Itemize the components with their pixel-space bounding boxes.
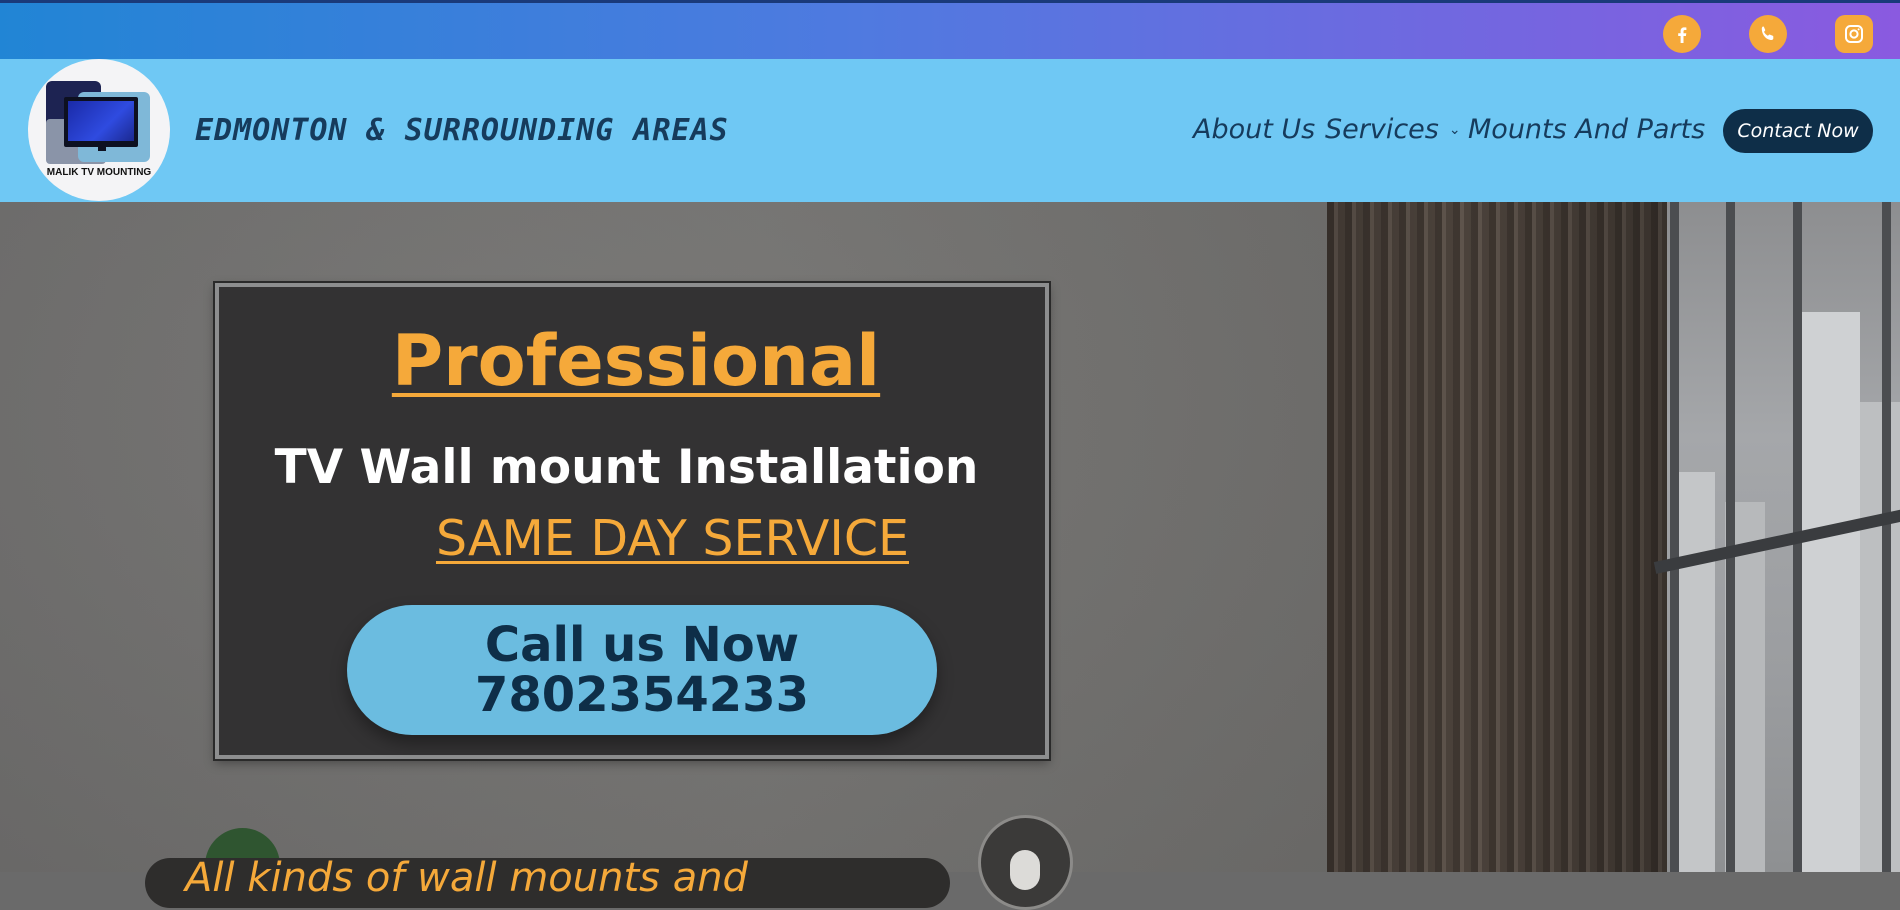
whatsapp-phone-icon xyxy=(1761,26,1774,40)
whatsapp-link[interactable] xyxy=(1749,15,1787,53)
nav-services[interactable]: Services ⌄ xyxy=(1325,114,1461,145)
nav-mounts-and-parts[interactable]: Mounts And Parts xyxy=(1468,114,1705,145)
nav-services-label: Services xyxy=(1325,114,1439,145)
logo-text: MALIK TV MOUNTING xyxy=(46,167,152,178)
call-now-button[interactable]: Call us Now 7802354233 xyxy=(347,605,937,735)
window-mullion xyxy=(1670,202,1679,872)
site-header: MALIK TV MOUNTING EDMONTON & SURROUNDING… xyxy=(0,59,1900,202)
chevron-down-icon: ⌄ xyxy=(1448,122,1461,138)
site-logo[interactable]: MALIK TV MOUNTING xyxy=(28,59,170,201)
window-mullion xyxy=(1726,202,1735,872)
hero-subheadline: TV Wall mount Installation xyxy=(274,440,979,495)
call-button-phone: 7802354233 xyxy=(475,667,809,723)
contact-now-button[interactable]: Contact Now xyxy=(1723,109,1873,153)
service-region: EDMONTON & SURROUNDING AREAS xyxy=(195,113,729,148)
slat-shading xyxy=(1327,202,1667,872)
city-building xyxy=(1860,402,1900,872)
facebook-icon xyxy=(1678,27,1687,43)
facebook-link[interactable] xyxy=(1663,15,1701,53)
call-button-label: Call us Now xyxy=(484,617,800,673)
instagram-icon xyxy=(1845,25,1863,43)
same-day-service-link[interactable]: SAME DAY SERVICE xyxy=(0,510,1345,567)
city-building xyxy=(1800,312,1860,872)
tv-icon xyxy=(64,97,138,147)
clock-face xyxy=(1010,850,1040,890)
social-top-bar xyxy=(0,0,1900,59)
tv-stand xyxy=(98,147,106,151)
nav-about-us[interactable]: About Us xyxy=(1193,114,1315,145)
window-mullion xyxy=(1882,202,1891,872)
bottom-banner-text: All kinds of wall mounts and xyxy=(185,855,748,901)
instagram-link[interactable] xyxy=(1835,15,1873,53)
hero-headline: Professional xyxy=(391,320,881,402)
